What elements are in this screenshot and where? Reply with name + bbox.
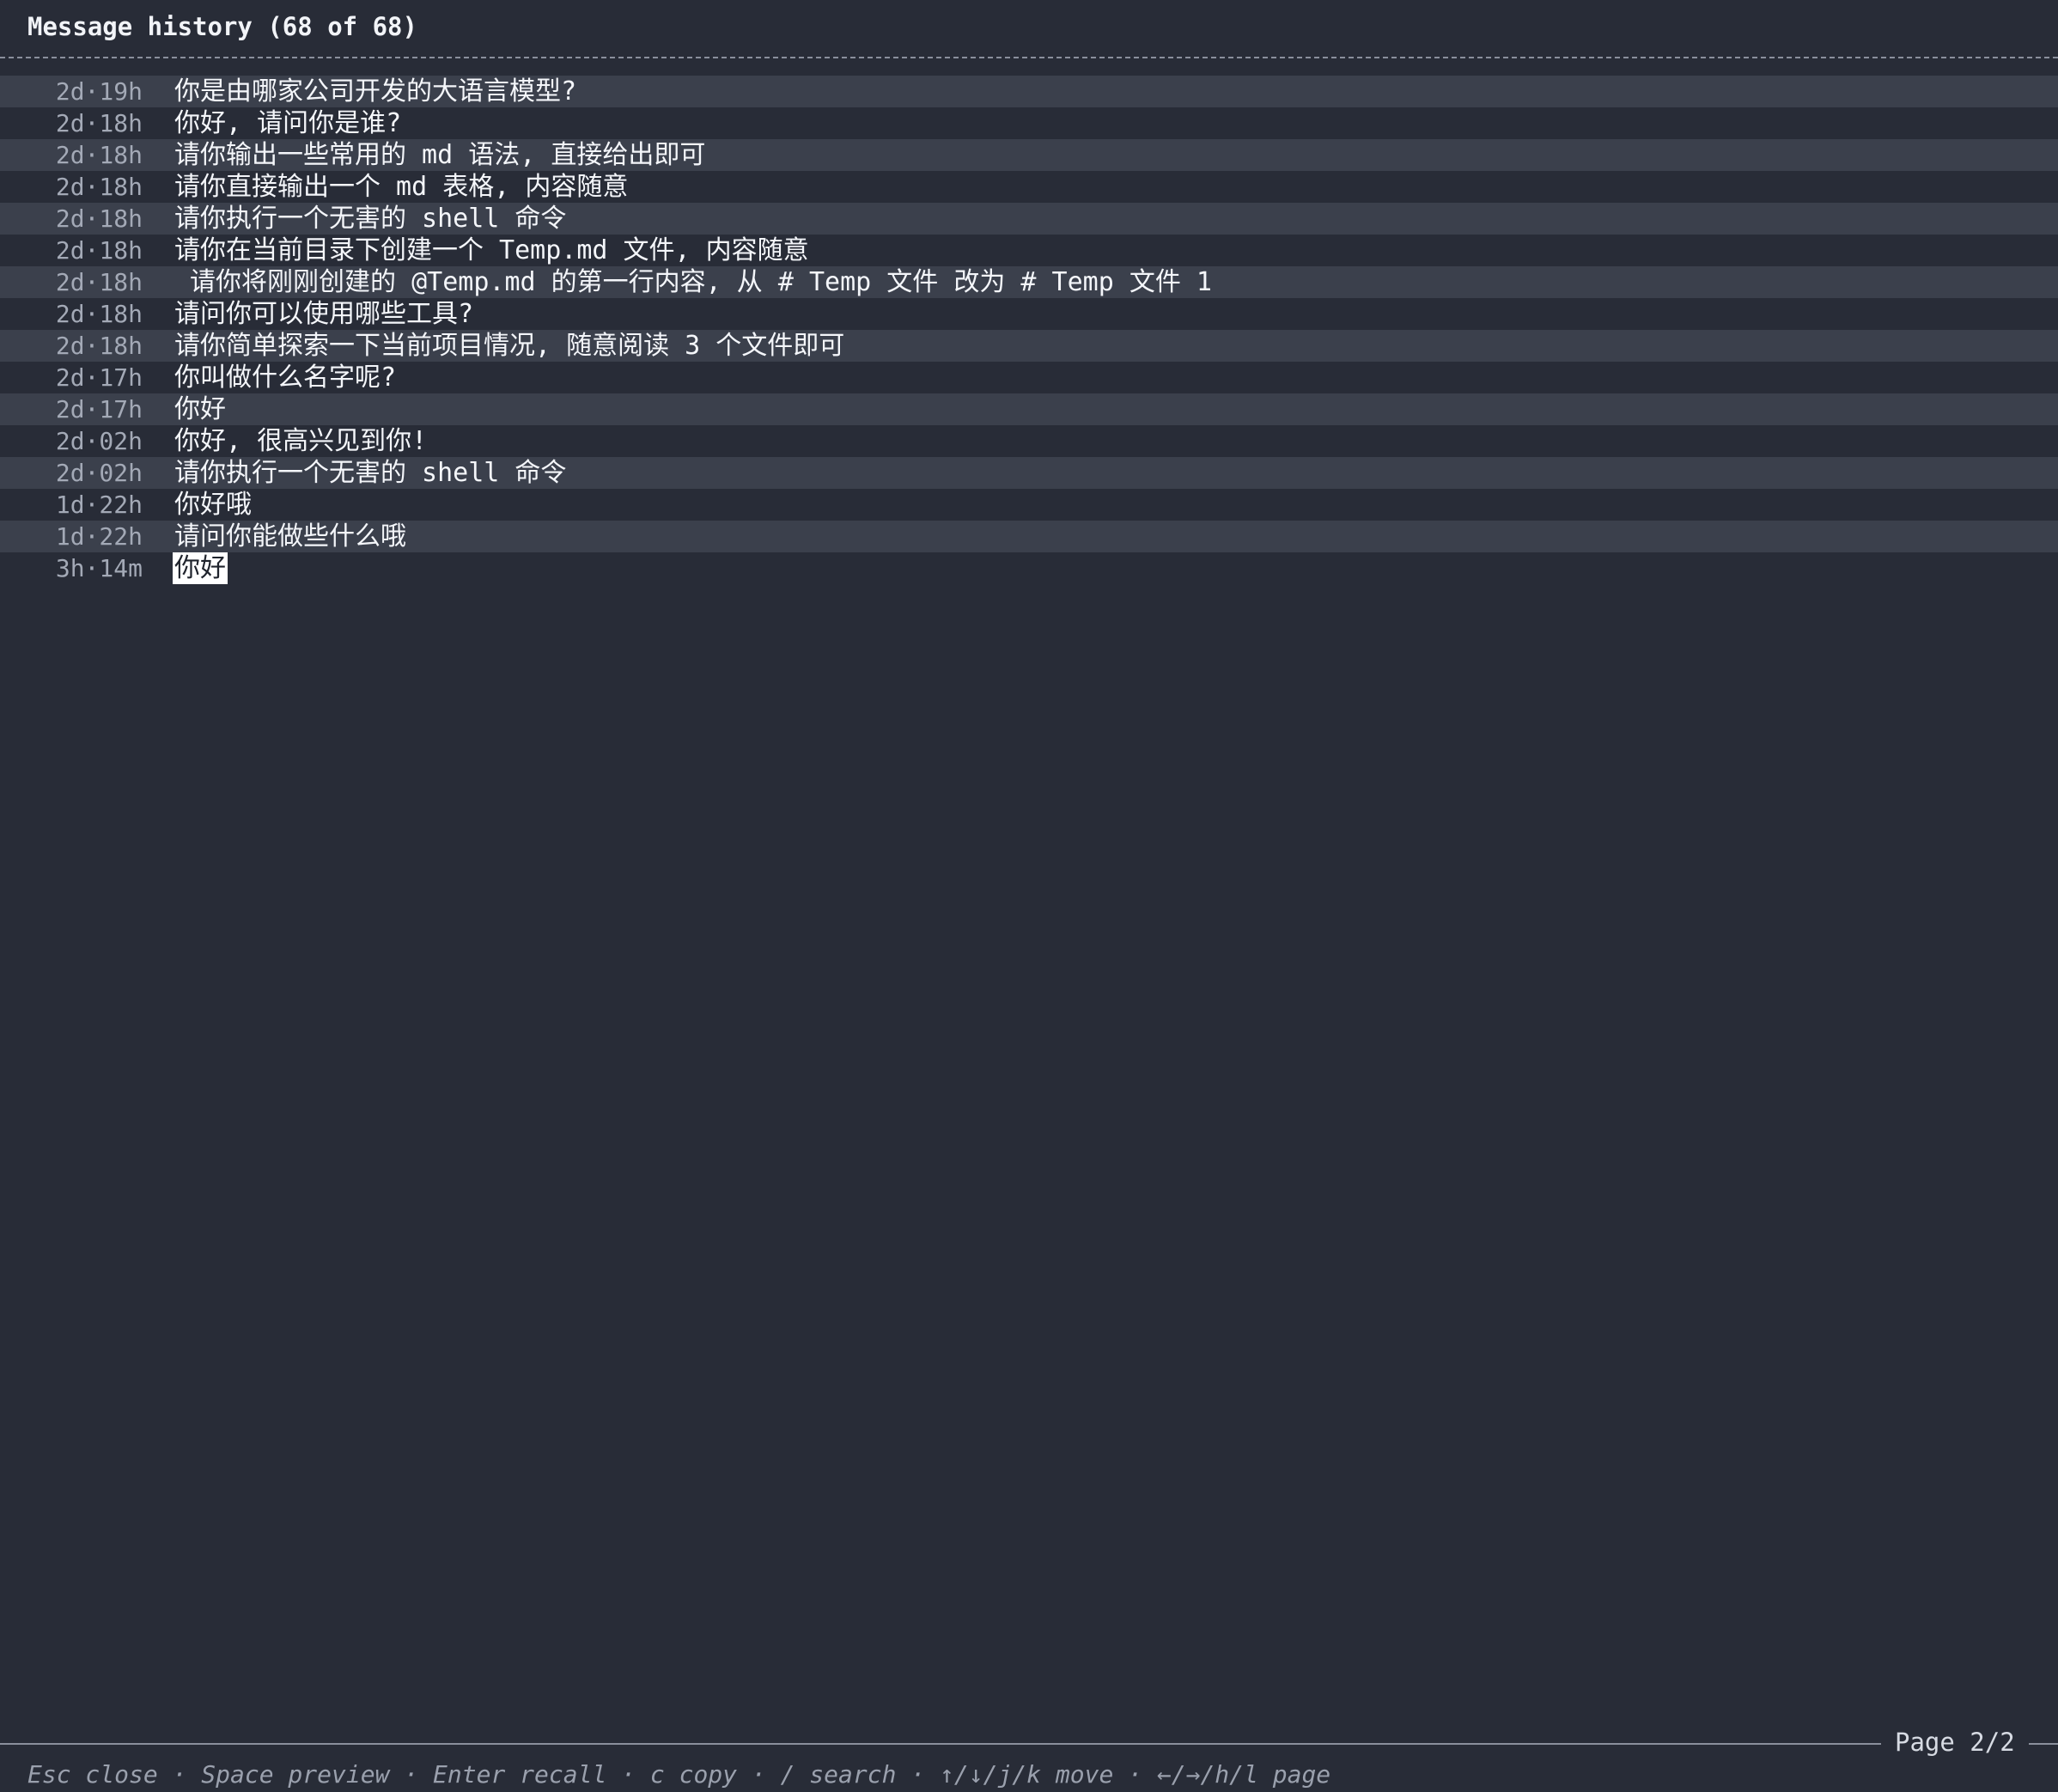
history-row[interactable]: 2d·19h 你是由哪家公司开发的大语言模型?	[0, 76, 2058, 107]
keyboard-hints: Esc close · Space preview · Enter recall…	[27, 1760, 1331, 1789]
message-timestamp: 2d·18h	[55, 109, 143, 137]
history-row[interactable]: 2d·17h 你好	[0, 393, 2058, 425]
message-timestamp: 2d·02h	[55, 459, 143, 487]
message-timestamp: 2d·17h	[55, 395, 143, 424]
history-row[interactable]: 2d·18h 请问你可以使用哪些工具?	[0, 298, 2058, 330]
history-row[interactable]: 1d·22h 请问你能做些什么哦	[0, 521, 2058, 552]
message-list: 2d·19h 你是由哪家公司开发的大语言模型? 2d·18h 你好, 请问你是谁? 2d…	[0, 76, 2058, 584]
message-text: 请你在当前目录下创建一个 Temp.md 文件, 内容随意	[174, 235, 809, 265]
history-row[interactable]: 1d·22h 你好哦	[0, 489, 2058, 521]
message-timestamp: 2d·02h	[55, 427, 143, 455]
message-timestamp: 3h·14m	[55, 554, 143, 582]
message-timestamp: 2d·18h	[55, 332, 143, 360]
message-timestamp: 2d·18h	[55, 204, 143, 233]
history-row[interactable]: 2d·18h 请你直接输出一个 md 表格, 内容随意	[0, 171, 2058, 203]
message-text: 请问你可以使用哪些工具?	[174, 299, 474, 329]
history-row[interactable]: 2d·02h 你好, 很高兴见到你!	[0, 425, 2058, 457]
message-text: 你是由哪家公司开发的大语言模型?	[174, 76, 577, 107]
message-text: 请你简单探索一下当前项目情况, 随意阅读 3 个文件即可	[174, 331, 845, 361]
message-text: 请你输出一些常用的 md 语法, 直接给出即可	[174, 140, 706, 170]
message-text: 你好	[174, 394, 226, 424]
message-text: 请你执行一个无害的 shell 命令	[174, 458, 567, 488]
message-timestamp: 2d·17h	[55, 363, 143, 392]
history-row[interactable]: 2d·17h 你叫做什么名字呢?	[0, 362, 2058, 393]
message-text: 你好哦	[174, 490, 252, 520]
message-text: 请问你能做些什么哦	[174, 521, 406, 552]
message-timestamp: 2d·18h	[55, 300, 143, 328]
message-text: 你叫做什么名字呢?	[174, 363, 397, 393]
history-row[interactable]: 2d·18h 请你执行一个无害的 shell 命令	[0, 203, 2058, 235]
footer-divider-left	[0, 1743, 1881, 1745]
message-timestamp: 2d·19h	[55, 77, 143, 106]
history-row[interactable]: 2d·02h 请你执行一个无害的 shell 命令	[0, 457, 2058, 489]
history-row[interactable]: 2d·18h 请你将刚刚创建的 @Temp.md 的第一行内容, 从 # Tem…	[0, 266, 2058, 298]
history-row[interactable]: 2d·18h 请你在当前目录下创建一个 Temp.md 文件, 内容随意	[0, 235, 2058, 266]
history-title: Message history (68 of 68)	[27, 12, 417, 41]
message-timestamp: 2d·18h	[55, 268, 143, 296]
message-timestamp: 2d·18h	[55, 173, 143, 201]
history-row[interactable]: 2d·18h 请你简单探索一下当前项目情况, 随意阅读 3 个文件即可	[0, 330, 2058, 362]
message-timestamp: 1d·22h	[55, 491, 143, 519]
message-timestamp: 2d·18h	[55, 141, 143, 169]
message-text: 请你将刚刚创建的 @Temp.md 的第一行内容, 从 # Temp 文件 改为…	[174, 267, 1212, 297]
history-row[interactable]: 2d·18h 你好, 请问你是谁?	[0, 107, 2058, 139]
message-text: 你好, 请问你是谁?	[174, 108, 402, 138]
footer-divider-right	[2029, 1743, 2058, 1745]
history-row[interactable]: 2d·18h 请你输出一些常用的 md 语法, 直接给出即可	[0, 139, 2058, 171]
message-timestamp: 1d·22h	[55, 522, 143, 551]
page-indicator: Page 2/2	[1895, 1728, 2015, 1757]
history-row[interactable]: 3h·14m 你好	[0, 552, 2058, 584]
message-text: 请你执行一个无害的 shell 命令	[174, 204, 567, 234]
history-header: Message history (68 of 68)	[0, 0, 2058, 58]
message-text-selected: 你好	[173, 552, 228, 584]
message-timestamp: 2d·18h	[55, 236, 143, 265]
message-text: 请你直接输出一个 md 表格, 内容随意	[174, 172, 629, 202]
message-text: 你好, 很高兴见到你!	[174, 426, 428, 456]
